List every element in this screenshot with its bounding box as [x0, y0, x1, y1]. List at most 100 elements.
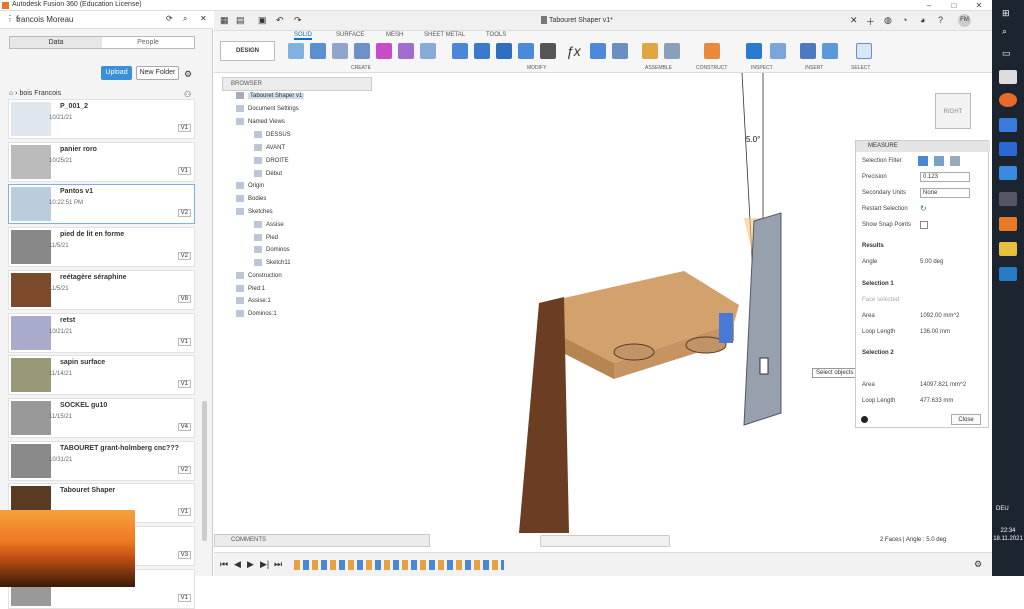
file-item[interactable]: P_001_2 10/21/21 V1 — [8, 99, 195, 139]
version-badge[interactable]: V1 — [177, 166, 191, 175]
version-badge[interactable]: V1 — [177, 124, 191, 132]
avatar[interactable]: FM — [958, 14, 971, 27]
apps-icon[interactable]: ▦ — [220, 15, 229, 26]
save-icon[interactable]: ▣ — [258, 15, 267, 26]
browser-node[interactable]: Construction — [236, 272, 282, 279]
browser-root[interactable]: Tabouret Shaper v1 — [236, 92, 305, 100]
gear-icon[interactable]: ⚙ — [184, 69, 192, 80]
refresh-icon[interactable]: ⟳ — [166, 14, 173, 23]
calculator-icon[interactable] — [999, 192, 1017, 206]
windows-start-icon[interactable]: ⊞ — [1002, 8, 1010, 19]
insert-image-icon[interactable] — [800, 43, 816, 59]
breadcrumb-folder[interactable]: bois Francois — [19, 90, 61, 97]
play-icon[interactable]: ▶ — [247, 559, 254, 570]
browser-node[interactable]: AVANT — [254, 144, 285, 151]
browser-header[interactable]: BROWSER — [222, 77, 372, 91]
group-assemble[interactable]: ASSEMBLE — [645, 65, 672, 71]
move-icon[interactable] — [540, 43, 556, 59]
version-badge[interactable]: V1 — [177, 380, 191, 389]
close-button[interactable]: Close — [951, 414, 981, 425]
filter-component-icon[interactable] — [950, 156, 960, 166]
version-badge[interactable]: V2 — [177, 252, 191, 261]
workspace-switcher[interactable]: DESIGN — [220, 41, 275, 61]
extensions-icon[interactable]: ◍ — [884, 15, 892, 26]
chamfer-icon[interactable] — [496, 43, 512, 59]
browser-node[interactable]: Bodies — [236, 195, 266, 202]
hole-icon[interactable] — [354, 43, 370, 59]
edge-icon[interactable] — [999, 118, 1017, 132]
browser-node[interactable]: Pied — [254, 234, 278, 241]
fusion-taskbar-icon[interactable] — [999, 217, 1017, 231]
file-item[interactable]: sapin surface 11/14/21 V1 — [8, 355, 195, 396]
language-indicator[interactable]: DEU — [996, 506, 1009, 512]
filter-face-icon[interactable] — [918, 156, 928, 166]
version-badge[interactable]: V2 — [177, 465, 191, 474]
joint-icon[interactable] — [664, 43, 680, 59]
interference-icon[interactable] — [770, 43, 786, 59]
group-create[interactable]: CREATE — [351, 65, 371, 71]
group-inspect[interactable]: INSPECT — [751, 65, 773, 71]
browser-node[interactable]: Assise:1 — [236, 297, 271, 304]
browser-node[interactable]: DROITE — [254, 157, 289, 164]
browser-node[interactable]: Début — [254, 170, 282, 177]
explorer-icon[interactable] — [999, 242, 1017, 256]
next-frame-icon[interactable]: ▶| — [260, 559, 269, 570]
tab-tools[interactable]: TOOLS — [486, 32, 506, 38]
align-icon[interactable] — [590, 43, 606, 59]
firefox-icon[interactable] — [999, 93, 1017, 107]
file-item[interactable]: reétagère séraphine 11/5/21 V8 — [8, 269, 195, 310]
version-badge[interactable]: V1 — [177, 508, 191, 517]
selection2-header[interactable]: Selection 2 — [862, 350, 894, 356]
results-header[interactable]: Results — [862, 243, 884, 249]
new-folder-button[interactable]: New Folder — [136, 66, 179, 80]
extrude-icon[interactable] — [310, 43, 326, 59]
browser-node[interactable]: DESSUS — [254, 131, 291, 138]
comments-bar[interactable]: COMMENTS — [214, 534, 430, 547]
tab-surface[interactable]: SURFACE — [336, 32, 364, 38]
file-icon[interactable]: ▤ — [236, 15, 245, 26]
view-cube[interactable]: RIGHT — [935, 93, 971, 129]
minimize-button[interactable]: – — [920, 0, 938, 11]
group-insert[interactable]: INSERT — [805, 65, 823, 71]
info-icon[interactable] — [861, 416, 868, 423]
browser-node[interactable]: Document Settings — [236, 105, 299, 112]
delete-icon[interactable] — [612, 43, 628, 59]
version-badge[interactable]: V1 — [177, 337, 191, 346]
select-icon[interactable] — [856, 43, 872, 59]
tab-solid[interactable]: SOLID — [294, 32, 313, 40]
file-item[interactable]: retst 10/21/21 V1 — [8, 312, 195, 353]
pattern-icon[interactable] — [420, 43, 436, 59]
notifications-icon[interactable]: ◕ — [920, 15, 925, 25]
group-select[interactable]: SELECT — [851, 65, 870, 71]
new-tab-icon[interactable]: ＋ — [866, 15, 875, 28]
home-icon[interactable]: ⌂ — [9, 90, 13, 97]
photos-icon[interactable] — [999, 267, 1017, 281]
version-badge[interactable]: V1 — [177, 593, 191, 602]
browser-node[interactable]: Origin — [236, 182, 264, 189]
timeline-features[interactable] — [294, 560, 504, 570]
browser-node[interactable]: Pied:1 — [236, 285, 265, 292]
redo-icon[interactable]: ↷ — [294, 15, 302, 26]
first-frame-icon[interactable]: ⏮ — [220, 559, 228, 570]
help-icon[interactable]: ? — [938, 15, 943, 25]
offset-plane-icon[interactable] — [704, 43, 720, 59]
version-badge[interactable]: V3 — [177, 551, 191, 559]
version-badge[interactable]: V8 — [177, 294, 191, 303]
version-badge[interactable]: V2 — [177, 209, 191, 218]
fillet-icon[interactable] — [474, 43, 490, 59]
navigation-bar[interactable] — [540, 535, 670, 547]
scrollbar[interactable] — [202, 401, 207, 541]
close-window-button[interactable]: ✕ — [970, 0, 988, 11]
file-item[interactable]: TABOURET grant-holmberg cnc??? 10/31/21 V2 — [8, 440, 195, 481]
decal-icon[interactable] — [822, 43, 838, 59]
group-construct[interactable]: CONSTRUCT — [696, 65, 727, 71]
user-name[interactable]: francois Moreau — [16, 15, 73, 24]
form-icon[interactable] — [376, 43, 392, 59]
tab-people[interactable]: People — [102, 37, 194, 48]
add-user-icon[interactable]: ⚇ — [184, 90, 191, 99]
store-icon[interactable] — [999, 166, 1017, 180]
file-item[interactable]: Pantos v1 10:22:51 PM V2 — [8, 184, 195, 225]
close-panel-icon[interactable]: ✕ — [200, 14, 207, 23]
shell-icon[interactable] — [518, 43, 534, 59]
mail-icon[interactable] — [999, 142, 1017, 156]
